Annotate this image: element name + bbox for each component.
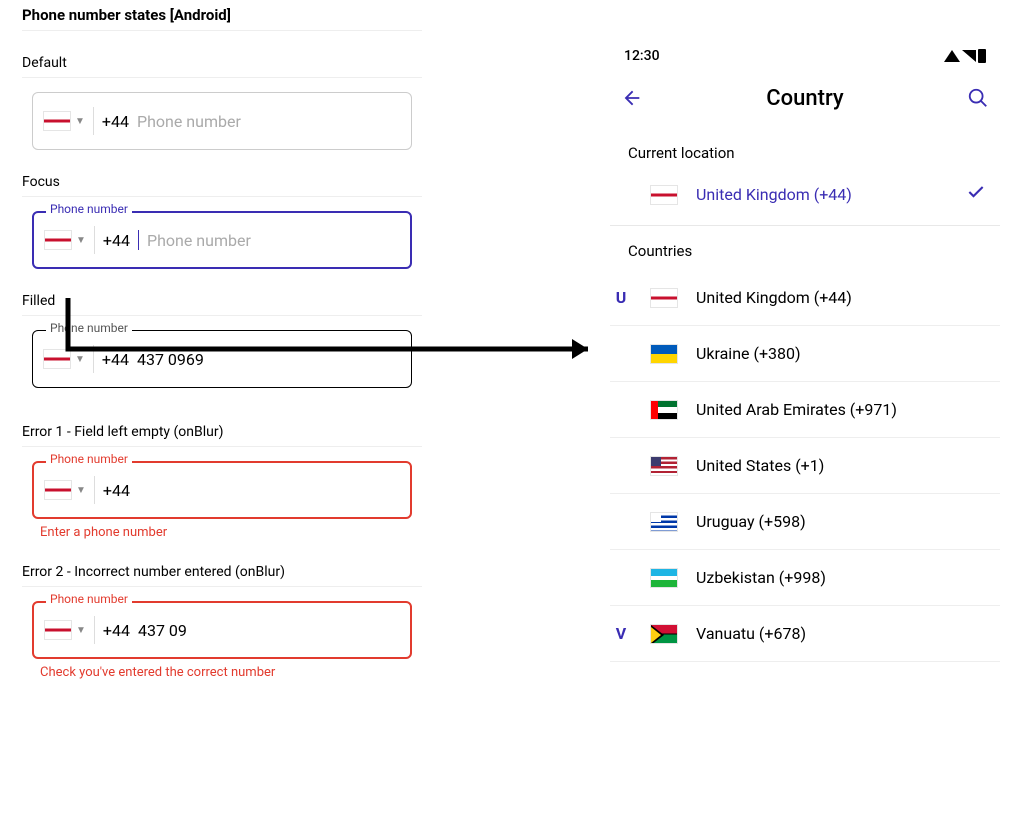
country-selector[interactable]: ▼ — [44, 620, 86, 640]
us-flag-icon — [650, 456, 678, 476]
uk-flag-icon — [44, 230, 72, 250]
current-location-row[interactable]: United Kingdom (+44) — [610, 172, 1000, 225]
uk-flag-icon — [44, 480, 72, 500]
back-button[interactable] — [616, 82, 648, 114]
app-bar: Country — [610, 74, 1000, 128]
state-label-default: Default — [22, 55, 422, 78]
country-name: Uruguay (+598) — [696, 512, 990, 531]
float-label: Phone number — [46, 452, 132, 466]
check-icon — [966, 182, 986, 207]
section-letter: U — [610, 288, 632, 307]
country-name: United States (+1) — [696, 456, 990, 475]
country-row[interactable]: XUnited Arab Emirates (+971) — [610, 382, 1000, 438]
uk-flag-icon — [650, 185, 678, 205]
country-name: United Kingdom (+44) — [696, 185, 948, 204]
status-time: 12:30 — [624, 48, 660, 64]
uk-flag-icon — [650, 288, 678, 308]
country-row[interactable]: XUruguay (+598) — [610, 494, 1000, 550]
country-row[interactable]: U United Kingdom (+44) — [610, 270, 1000, 326]
state-label-filled: Filled — [22, 293, 422, 316]
country-row[interactable]: XUkraine (+380) — [610, 326, 1000, 382]
status-bar: 12:30 — [610, 44, 1000, 74]
phone-value: 437 09 — [138, 621, 187, 640]
state-label-focus: Focus — [22, 174, 422, 197]
ae-flag-icon — [650, 400, 678, 420]
error-helper-text: Enter a phone number — [40, 525, 422, 540]
chevron-down-icon: ▼ — [76, 625, 86, 636]
error-helper-text: Check you've entered the correct number — [40, 665, 422, 680]
separator — [93, 345, 94, 373]
countries-header: Countries — [628, 234, 1000, 270]
country-row[interactable]: XUzbekistan (+998) — [610, 550, 1000, 606]
phone-placeholder: Phone number — [147, 231, 251, 250]
country-name: United Arab Emirates (+971) — [696, 400, 990, 419]
country-list: UUnited Kingdom (+44)XUkraine (+380)XUni… — [610, 270, 1000, 662]
separator — [93, 107, 94, 135]
screen-title: Country — [648, 86, 962, 111]
dial-prefix: +44 — [103, 231, 130, 250]
country-selector[interactable]: ▼ — [44, 230, 86, 250]
float-label: Phone number — [46, 592, 132, 606]
text-cursor — [138, 230, 139, 250]
country-selector[interactable]: ▼ — [44, 480, 86, 500]
current-location-header: Current location — [628, 136, 1000, 172]
phone-input-filled[interactable]: ▼ +44 437 0969 — [32, 330, 412, 388]
section-letter: V — [610, 624, 632, 643]
phone-input-focus[interactable]: ▼ +44 Phone number — [32, 211, 412, 269]
cellular-icon — [962, 50, 976, 62]
phone-value: 437 0969 — [137, 350, 204, 369]
chevron-down-icon: ▼ — [76, 485, 86, 496]
phone-input-error-empty[interactable]: ▼ +44 — [32, 461, 412, 519]
country-row[interactable]: XUnited States (+1) — [610, 438, 1000, 494]
battery-icon — [978, 49, 986, 63]
country-selector[interactable]: ▼ — [43, 111, 85, 131]
country-row[interactable]: V Vanuatu (+678) — [610, 606, 1000, 662]
page-title: Phone number states [Android] — [22, 6, 422, 31]
uk-flag-icon — [43, 111, 71, 131]
uz-flag-icon — [650, 568, 678, 588]
state-label-error2: Error 2 - Incorrect number entered (onBl… — [22, 564, 422, 587]
country-name: Vanuatu (+678) — [696, 624, 990, 643]
country-selector[interactable]: ▼ — [43, 349, 85, 369]
separator — [94, 476, 95, 504]
country-name: Ukraine (+380) — [696, 344, 990, 363]
phone-input-error-invalid[interactable]: ▼ +44 437 09 — [32, 601, 412, 659]
chevron-down-icon: ▼ — [75, 116, 85, 127]
float-label: Phone number — [46, 321, 132, 335]
ua-flag-icon — [650, 344, 678, 364]
dial-prefix: +44 — [103, 481, 130, 500]
phone-placeholder: Phone number — [137, 112, 241, 131]
country-name: United Kingdom (+44) — [696, 288, 990, 307]
separator — [94, 226, 95, 254]
country-name: Uzbekistan (+998) — [696, 568, 990, 587]
uy-flag-icon — [650, 512, 678, 532]
chevron-down-icon: ▼ — [76, 235, 86, 246]
search-button[interactable] — [962, 82, 994, 114]
wifi-icon — [944, 50, 960, 62]
float-label: Phone number — [46, 202, 132, 216]
vu-flag-icon — [650, 624, 678, 644]
phone-input-default[interactable]: ▼ +44 Phone number — [32, 92, 412, 150]
country-picker-screen: 12:30 Country Current location United Ki… — [610, 44, 1000, 662]
uk-flag-icon — [43, 349, 71, 369]
uk-flag-icon — [44, 620, 72, 640]
state-label-error1: Error 1 - Field left empty (onBlur) — [22, 424, 422, 447]
dial-prefix: +44 — [102, 112, 129, 131]
dial-prefix: +44 — [103, 621, 130, 640]
dial-prefix: +44 — [102, 350, 129, 369]
separator — [94, 616, 95, 644]
chevron-down-icon: ▼ — [75, 354, 85, 365]
arrow-left-icon — [621, 87, 643, 109]
search-icon — [967, 87, 989, 109]
